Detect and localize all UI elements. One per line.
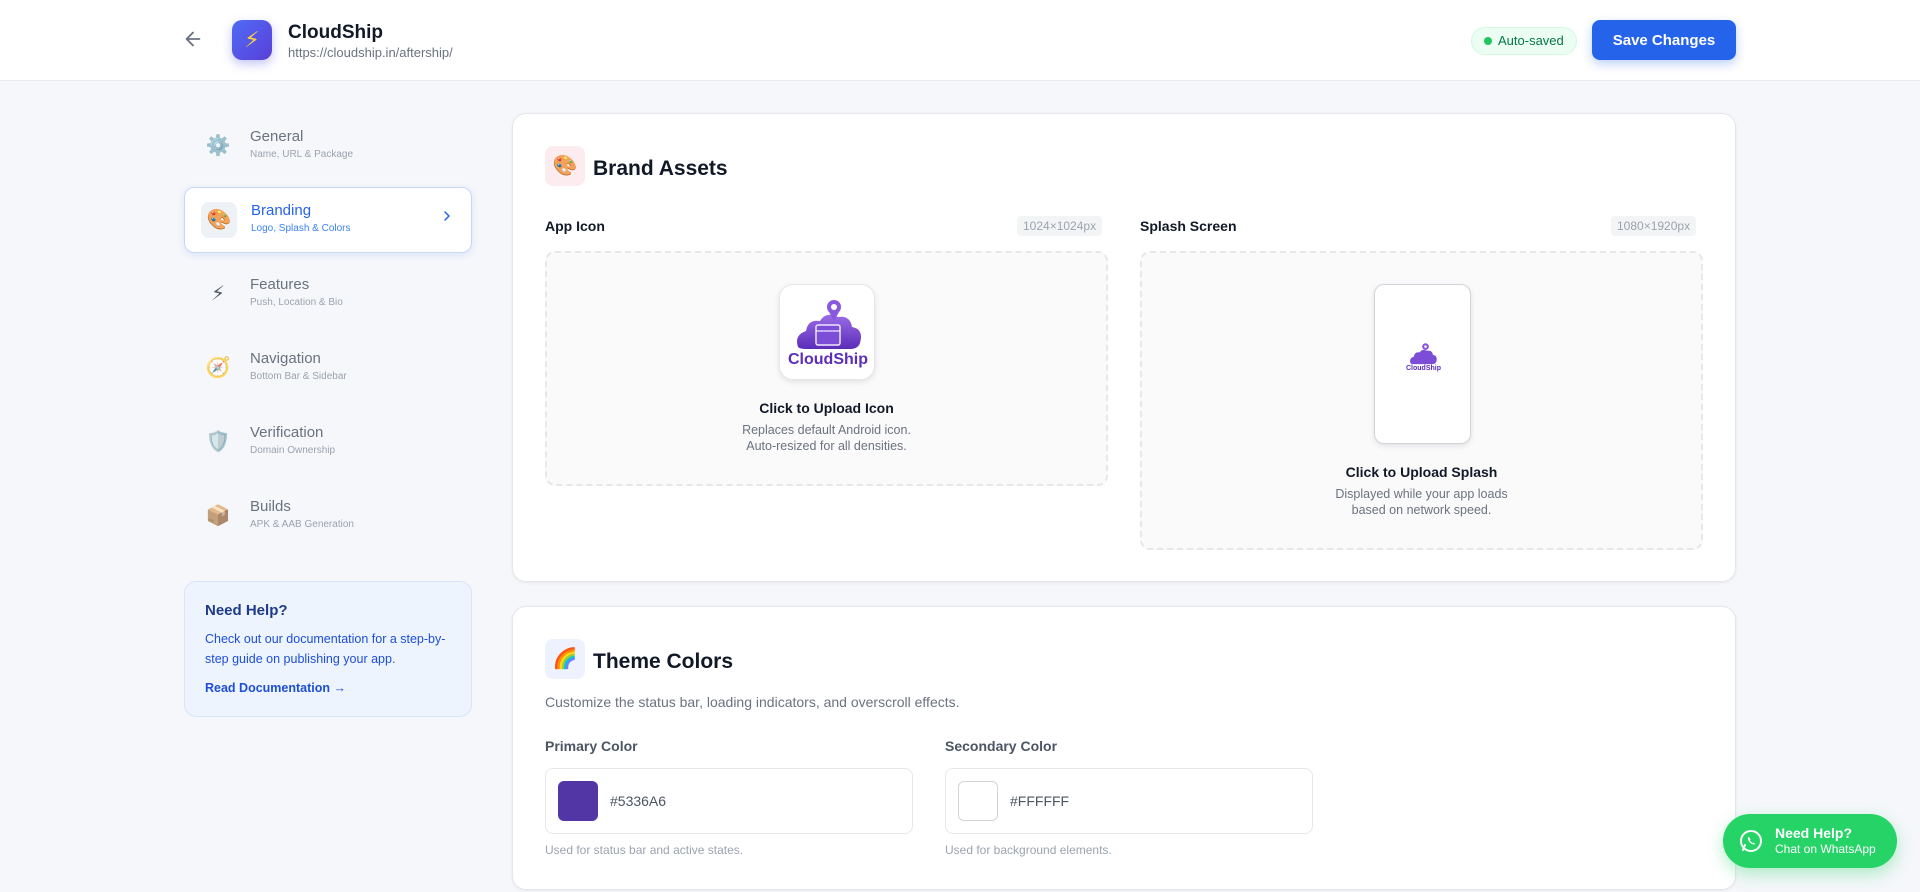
palette-icon: 🎨 [201, 202, 237, 238]
app-name: CloudShip [288, 22, 383, 43]
sidebar-item-label: Builds [250, 498, 291, 515]
sidebar-item-sub: Bottom Bar & Sidebar [250, 371, 347, 382]
sidebar-item-features[interactable]: ⚡ Features Push, Location & Bio [184, 262, 472, 326]
app-icon-preview: CloudShip [779, 284, 875, 380]
upload-icon-sub-1: Replaces default Android icon. [742, 423, 911, 437]
logo-text: CloudShip [1406, 365, 1441, 372]
upload-splash-sub-2: based on network speed. [1351, 503, 1492, 517]
chevron-right-icon [439, 208, 455, 229]
sidebar-item-navigation[interactable]: 🧭 Navigation Bottom Bar & Sidebar [184, 336, 472, 400]
rainbow-icon: 🌈 [545, 639, 585, 679]
brand-assets-title: Brand Assets [593, 157, 728, 180]
secondary-color-input[interactable] [1010, 793, 1290, 809]
app-icon-label: App Icon [545, 218, 605, 234]
theme-colors-card: 🌈 Theme Colors Customize the status bar,… [512, 606, 1736, 890]
sidebar-item-verification[interactable]: 🛡️ Verification Domain Ownership [184, 410, 472, 474]
top-bar: ⚡ CloudShip https://cloudship.in/aftersh… [0, 0, 1920, 81]
whatsapp-sub: Chat on WhatsApp [1775, 842, 1876, 856]
splash-screen-label: Splash Screen [1140, 218, 1237, 234]
primary-color-field[interactable] [545, 768, 913, 834]
sidebar-item-sub: Logo, Splash & Colors [251, 223, 351, 234]
gear-icon: ⚙️ [205, 135, 231, 157]
help-card: Need Help? Check out our documentation f… [184, 581, 472, 717]
secondary-color-swatch[interactable] [958, 781, 998, 821]
theme-description: Customize the status bar, loading indica… [545, 694, 960, 710]
sidebar-item-label: Branding [251, 202, 312, 219]
sidebar-item-builds[interactable]: 📦 Builds APK & AAB Generation [184, 484, 472, 548]
whatsapp-title: Need Help? [1775, 825, 1853, 841]
primary-color-swatch[interactable] [558, 781, 598, 821]
sidebar-item-sub: Name, URL & Package [250, 149, 354, 160]
whatsapp-help-button[interactable]: Need Help? Chat on WhatsApp [1723, 814, 1897, 868]
sidebar-item-label: General [250, 128, 304, 145]
sidebar-item-label: Navigation [250, 350, 321, 367]
sidebar-item-label: Verification [250, 424, 324, 441]
secondary-color-hint: Used for background elements. [945, 843, 1112, 857]
secondary-color-label: Secondary Color [945, 738, 1058, 754]
whatsapp-icon [1740, 830, 1762, 852]
cloudship-logo-icon [1410, 343, 1437, 365]
primary-color-hint: Used for status bar and active states. [545, 843, 744, 857]
sidebar-item-general[interactable]: ⚙️ General Name, URL & Package [184, 114, 472, 178]
upload-icon-title: Click to Upload Icon [759, 400, 894, 416]
save-changes-button[interactable]: Save Changes [1592, 20, 1736, 60]
upload-splash-title: Click to Upload Splash [1345, 464, 1498, 480]
autosave-badge: Auto-saved [1471, 27, 1577, 55]
status-dot-icon [1484, 37, 1492, 45]
splash-dropzone[interactable]: CloudShip Click to Upload Splash Display… [1140, 251, 1703, 550]
primary-color-label: Primary Color [545, 738, 638, 754]
brand-assets-card: 🎨 Brand Assets App Icon 1024×1024px Clou… [512, 113, 1736, 582]
app-icon-dimensions: 1024×1024px [1017, 216, 1103, 236]
sidebar-item-sub: APK & AAB Generation [250, 519, 354, 530]
splash-preview: CloudShip [1374, 284, 1471, 444]
sidebar-item-branding[interactable]: 🎨 Branding Logo, Splash & Colors [184, 187, 472, 253]
sidebar-item-sub: Push, Location & Bio [250, 297, 343, 308]
shield-icon: 🛡️ [205, 431, 231, 453]
app-url: https://cloudship.in/aftership/ [288, 45, 453, 60]
autosave-label: Auto-saved [1498, 33, 1564, 48]
help-title: Need Help? [205, 602, 288, 619]
splash-dimensions: 1080×1920px [1611, 216, 1697, 236]
sidebar-item-sub: Domain Ownership [250, 445, 336, 456]
app-logo-icon: ⚡ [232, 20, 272, 60]
primary-color-input[interactable] [610, 793, 890, 809]
palette-icon: 🎨 [545, 146, 585, 186]
theme-colors-title: Theme Colors [593, 650, 734, 673]
compass-icon: 🧭 [205, 357, 231, 379]
upload-icon-sub-2: Auto-resized for all densities. [746, 439, 907, 453]
package-icon: 📦 [205, 505, 231, 527]
read-documentation-link[interactable]: Read Documentation → [205, 681, 346, 695]
logo-text: CloudShip [788, 351, 868, 368]
app-icon-dropzone[interactable]: CloudShip Click to Upload Icon Replaces … [545, 251, 1108, 486]
upload-splash-sub-1: Displayed while your app loads [1335, 487, 1508, 501]
help-text: Check out our documentation for a step-b… [205, 632, 446, 666]
lightning-icon: ⚡ [210, 283, 226, 305]
arrow-left-icon[interactable] [182, 28, 208, 52]
secondary-color-field[interactable] [945, 768, 1313, 834]
sidebar-item-label: Features [250, 276, 310, 293]
